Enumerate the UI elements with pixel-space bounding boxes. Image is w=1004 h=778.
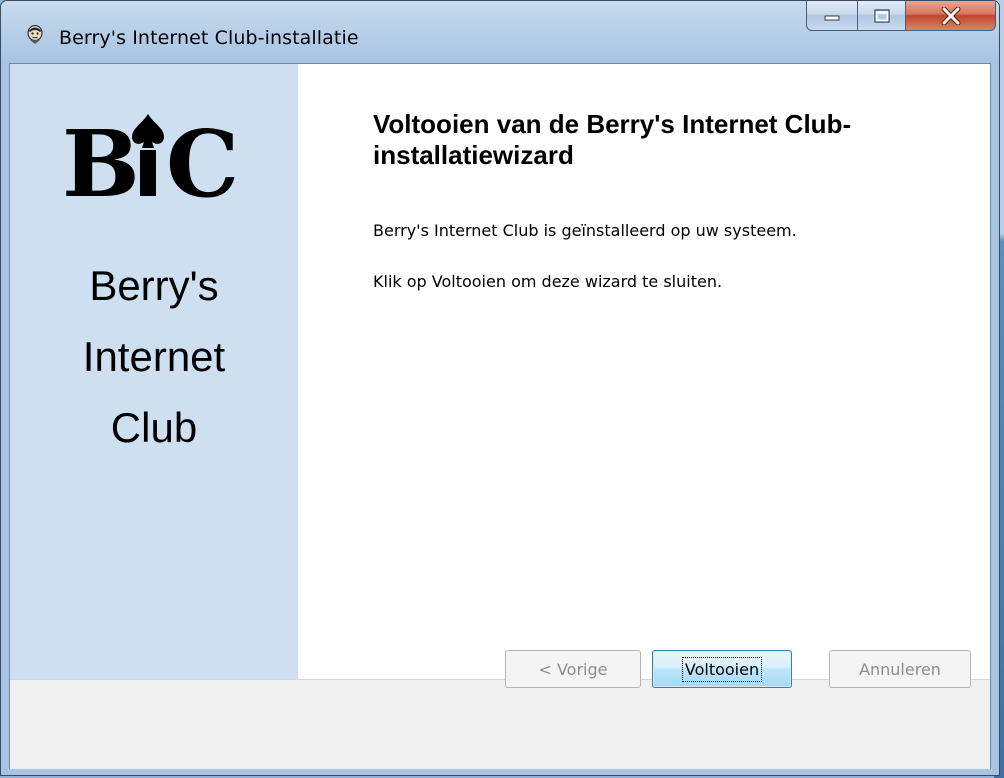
sidebar-name-line: Club [110, 404, 198, 451]
title-bar[interactable]: Berry's Internet Club-installatie [1, 1, 999, 63]
page-title: Voltooien van de Berry's Internet Club-i… [373, 109, 852, 170]
cancel-button-label: Annuleren [859, 659, 941, 679]
bic-logo: B C [62, 110, 239, 204]
sidebar-panel: B C Berry's Internet Club [10, 64, 298, 679]
installed-message: Berry's Internet Club is geïnstalleerd o… [373, 221, 797, 240]
close-icon [941, 6, 960, 25]
cancel-button[interactable]: Annuleren [829, 650, 971, 688]
maximize-button[interactable] [858, 1, 906, 31]
close-button[interactable] [906, 1, 996, 31]
back-button-label: < Vorige [538, 659, 608, 679]
maximize-icon [873, 8, 890, 23]
installer-window: Berry's Internet Club-installatie B C Be… [0, 0, 1000, 776]
sidebar-product-name: Berry's Internet Club [10, 250, 298, 463]
window-title: Berry's Internet Club-installatie [59, 27, 359, 49]
minimize-icon [824, 15, 840, 20]
finish-button[interactable]: Voltooien [652, 650, 792, 688]
app-icon [27, 25, 43, 44]
back-button[interactable]: < Vorige [505, 650, 641, 688]
caption-buttons [806, 1, 996, 31]
sidebar-name-line: Berry's [89, 262, 219, 309]
finish-button-label: Voltooien [681, 656, 763, 682]
button-bar [10, 679, 990, 769]
instruction-message: Klik op Voltooien om deze wizard te slui… [373, 272, 723, 291]
minimize-button[interactable] [806, 1, 858, 31]
sidebar-name-line: Internet [82, 333, 226, 380]
svg-text:C: C [166, 110, 239, 204]
svg-text:B: B [62, 110, 140, 204]
